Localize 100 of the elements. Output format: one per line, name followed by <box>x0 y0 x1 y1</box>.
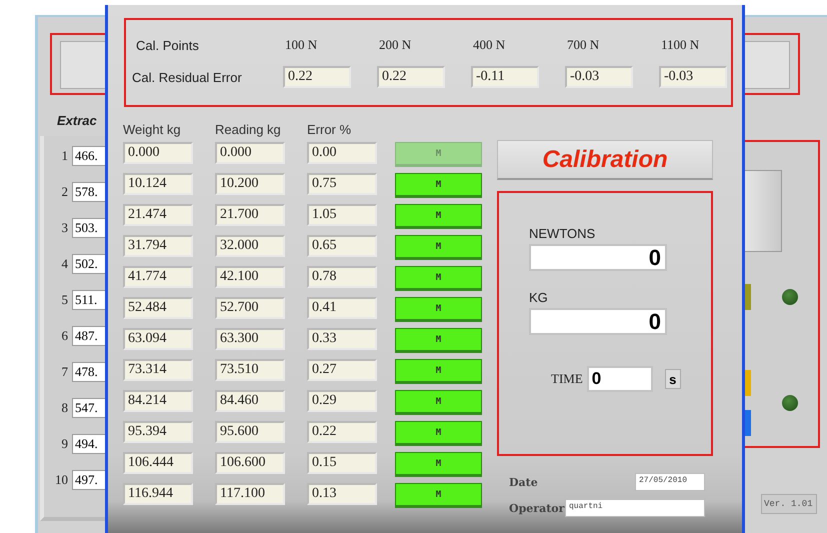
error-field: 0.33 <box>307 328 377 350</box>
time-display: 0 <box>586 366 653 392</box>
operator-field[interactable]: quartni <box>565 499 705 517</box>
residual-error-field: -0.11 <box>471 66 539 88</box>
measure-button[interactable]: M <box>395 173 482 198</box>
column-header: Reading kg <box>215 122 282 137</box>
reading-field: 117.100 <box>215 483 285 505</box>
operator-label: Operator <box>509 502 565 514</box>
reading-field: 106.600 <box>215 452 285 474</box>
measure-button[interactable]: M <box>395 328 482 353</box>
value-field[interactable]: 503. <box>72 218 108 238</box>
measure-button[interactable]: M <box>395 204 482 229</box>
newtons-display: 0 <box>529 244 667 271</box>
measure-button[interactable]: M <box>395 266 482 291</box>
value-field[interactable]: 502. <box>72 254 108 274</box>
date-field[interactable]: 27/05/2010 <box>635 473 705 491</box>
weight-field: 52.484 <box>123 297 193 319</box>
value-field[interactable]: 487. <box>72 326 108 346</box>
weight-field: 0.000 <box>123 142 193 164</box>
row-number: 2 <box>62 184 68 200</box>
row-number: 6 <box>62 328 68 344</box>
error-field: 0.29 <box>307 390 377 412</box>
weight-field: 73.314 <box>123 359 193 381</box>
weight-field: 106.444 <box>123 452 193 474</box>
value-field[interactable]: 497. <box>72 470 108 490</box>
value-field[interactable]: 494. <box>72 434 108 454</box>
kg-label: KG <box>529 290 549 305</box>
weight-field: 63.094 <box>123 328 193 350</box>
error-field: 0.13 <box>307 483 377 505</box>
residual-error-field: 0.22 <box>283 66 351 88</box>
residual-error-field: 0.22 <box>377 66 445 88</box>
error-field: 1.05 <box>307 204 377 226</box>
row-number: 9 <box>62 436 68 452</box>
weight-field: 116.944 <box>123 483 193 505</box>
row-number: 1 <box>62 148 68 164</box>
reading-field: 73.510 <box>215 359 285 381</box>
error-field: 0.41 <box>307 297 377 319</box>
weight-field: 31.794 <box>123 235 193 257</box>
indicator-bar <box>745 410 751 436</box>
error-field: 0.15 <box>307 452 377 474</box>
reading-field: 52.700 <box>215 297 285 319</box>
measure-button[interactable]: M <box>395 235 482 260</box>
error-field: 0.78 <box>307 266 377 288</box>
cal-point-label: 1100 N <box>660 37 700 53</box>
reading-field: 0.000 <box>215 142 285 164</box>
cal-point-label: 100 N <box>284 37 318 53</box>
measure-button[interactable]: M <box>395 452 482 477</box>
reading-field: 21.700 <box>215 204 285 226</box>
measure-button[interactable]: M <box>395 359 482 384</box>
value-field[interactable]: 466. <box>72 146 108 166</box>
indicator-bar <box>745 284 751 310</box>
weight-field: 10.124 <box>123 173 193 195</box>
row-number: 3 <box>62 220 68 236</box>
error-field: 0.65 <box>307 235 377 257</box>
residual-error-field: -0.03 <box>565 66 633 88</box>
value-field[interactable]: 547. <box>72 398 108 418</box>
error-field: 0.00 <box>307 142 377 164</box>
row-number: 7 <box>62 364 68 380</box>
value-field[interactable]: 511. <box>72 290 108 310</box>
error-field: 0.75 <box>307 173 377 195</box>
measure-button[interactable]: M <box>395 421 482 446</box>
cal-point-label: 200 N <box>378 37 412 53</box>
section-title: Extrac <box>57 113 98 128</box>
unit-button[interactable]: s <box>664 369 681 389</box>
kg-display: 0 <box>529 308 667 335</box>
measure-button[interactable]: M <box>395 483 482 508</box>
error-field: 0.22 <box>307 421 377 443</box>
row-number: 10 <box>55 472 68 488</box>
date-label: Date <box>509 476 539 488</box>
residual-error-field: -0.03 <box>659 66 727 88</box>
cal-point-label: 700 N <box>566 37 600 53</box>
weight-field: 95.394 <box>123 421 193 443</box>
row-number: 8 <box>62 400 68 416</box>
column-header: Error % <box>307 122 352 137</box>
measure-button[interactable]: M <box>395 297 482 322</box>
reading-field: 95.600 <box>215 421 285 443</box>
cal-points-label: Cal. Points <box>135 38 200 52</box>
newtons-label: NEWTONS <box>529 226 596 241</box>
panel-button[interactable] <box>60 41 108 89</box>
reading-field: 10.200 <box>215 173 285 195</box>
reading-field: 32.000 <box>215 235 285 257</box>
residual-error-label: Cal. Residual Error <box>131 70 243 84</box>
row-number: 4 <box>62 256 68 272</box>
indicator-bar <box>745 370 751 396</box>
value-field[interactable]: 578. <box>72 182 108 202</box>
reading-field: 63.300 <box>215 328 285 350</box>
error-field: 0.27 <box>307 359 377 381</box>
panel-button[interactable] <box>745 170 782 252</box>
cal-point-label: 400 N <box>472 37 506 53</box>
weight-field: 41.774 <box>123 266 193 288</box>
time-label: TIME <box>551 371 583 387</box>
reading-field: 42.100 <box>215 266 285 288</box>
version-label: Ver. 1.01 <box>761 494 817 514</box>
column-header: Weight kg <box>123 122 182 137</box>
row-number: 5 <box>62 292 68 308</box>
weight-field: 84.214 <box>123 390 193 412</box>
value-field[interactable]: 478. <box>72 362 108 382</box>
measure-button[interactable]: M <box>395 390 482 415</box>
weight-field: 21.474 <box>123 204 193 226</box>
reading-field: 84.460 <box>215 390 285 412</box>
